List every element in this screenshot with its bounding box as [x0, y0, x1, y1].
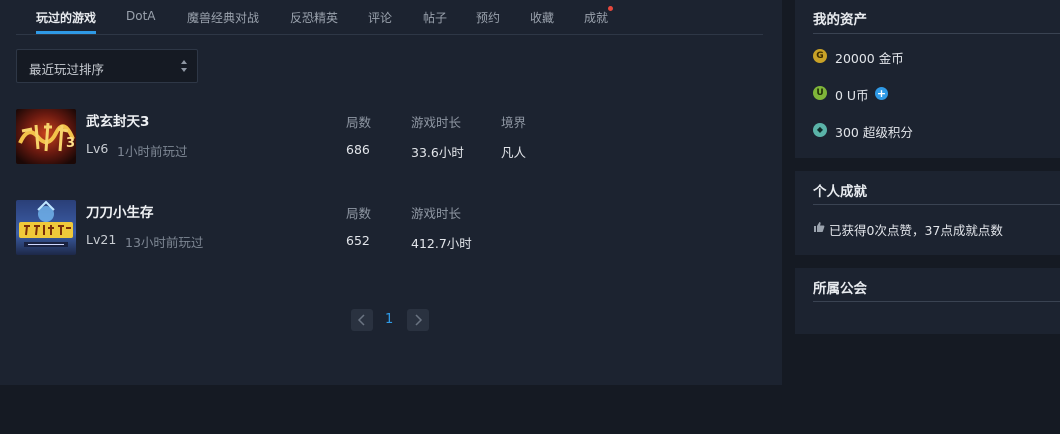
notification-dot — [608, 6, 613, 11]
game-last-played: 1小时前玩过 — [117, 144, 188, 159]
stat-value-playtime: 412.7小时 — [411, 236, 472, 251]
u-coin-icon: U — [813, 86, 827, 100]
main-panel: 玩过的游戏 DotA 魔兽经典对战 反恐精英 评论 帖子 预约 收藏 成就 最近… — [0, 0, 782, 385]
stat-value-playtime: 33.6小时 — [411, 145, 464, 160]
stat-header-playtime: 游戏时长 — [411, 115, 462, 130]
stat-header-playtime: 游戏时长 — [411, 206, 462, 221]
tab-counter-strike[interactable]: 反恐精英 — [290, 9, 338, 26]
super-points-icon: ◆ — [813, 123, 827, 137]
chevron-left-icon — [357, 314, 365, 326]
guild-card: 所属公会 — [795, 268, 1060, 334]
tab-comments[interactable]: 评论 — [368, 9, 392, 26]
sort-dropdown[interactable]: 最近玩过排序 — [16, 49, 198, 83]
active-tab-indicator — [36, 31, 96, 34]
tab-dota[interactable]: DotA — [126, 9, 156, 23]
sort-selected-label: 最近玩过排序 — [29, 62, 105, 77]
game-last-played: 13小时前玩过 — [125, 235, 204, 250]
page-number-current[interactable]: 1 — [385, 312, 393, 327]
game-level: Lv21 — [86, 232, 117, 247]
game-name[interactable]: 刀刀小生存 — [86, 201, 154, 221]
super-points-amount: 300 超级积分 — [835, 125, 913, 140]
gold-coin-row: G 20000 金币 — [813, 48, 1033, 66]
u-coin-amount: 0 U币 — [835, 88, 869, 103]
guild-title: 所属公会 — [813, 281, 867, 297]
achievements-title: 个人成就 — [813, 184, 867, 200]
gold-coin-amount: 20000 金币 — [835, 51, 904, 66]
tab-reservations[interactable]: 预约 — [476, 9, 500, 26]
game-row[interactable]: 刀刀小生存 Lv21 13小时前玩过 局数 652 游戏时长 412.7小时 — [16, 200, 756, 256]
tab-bar: 玩过的游戏 DotA 魔兽经典对战 反恐精英 评论 帖子 预约 收藏 成就 — [16, 0, 763, 35]
tab-favorites[interactable]: 收藏 — [530, 9, 554, 26]
assets-title: 我的资产 — [813, 12, 867, 28]
tab-played-games[interactable]: 玩过的游戏 — [36, 9, 96, 26]
next-page-button[interactable] — [407, 309, 429, 331]
little-survival-cover-icon[interactable] — [16, 200, 76, 255]
game-row[interactable]: 3 武玄封天3 Lv6 1小时前玩过 局数 686 游戏时长 33.6小时 境界… — [16, 109, 756, 165]
achievements-card: 个人成就 已获得0次点赞，37点成就点数 — [795, 171, 1060, 255]
sort-arrows-icon — [181, 60, 187, 72]
game-name[interactable]: 武玄封天3 — [86, 110, 149, 130]
stat-value-rounds: 686 — [346, 142, 370, 157]
points-row: ◆ 300 超级积分 — [813, 122, 1033, 140]
assets-card: 我的资产 G 20000 金币 U 0 U币 + ◆ 300 超级积分 — [795, 0, 1060, 158]
stat-value-rounds: 652 — [346, 233, 370, 248]
wuxuan-fengtian-cover-icon[interactable]: 3 — [16, 109, 76, 164]
divider — [813, 301, 1060, 302]
u-coin-row: U 0 U币 + — [813, 85, 1033, 103]
game-level: Lv6 — [86, 141, 109, 156]
svg-text:3: 3 — [66, 136, 75, 151]
achievements-summary: 已获得0次点赞，37点成就点数 — [829, 223, 1003, 238]
tab-warcraft-classic[interactable]: 魔兽经典对战 — [187, 9, 259, 26]
divider — [813, 33, 1060, 34]
stat-value-realm: 凡人 — [501, 145, 527, 160]
stat-header-rounds: 局数 — [346, 206, 372, 221]
prev-page-button[interactable] — [351, 309, 373, 331]
tab-posts[interactable]: 帖子 — [423, 9, 447, 26]
thumbs-up-icon — [814, 222, 825, 232]
gold-coin-icon: G — [813, 49, 827, 63]
stat-header-rounds: 局数 — [346, 115, 372, 130]
stat-header-realm: 境界 — [501, 115, 527, 130]
divider — [813, 204, 1060, 205]
tab-achievements[interactable]: 成就 — [584, 9, 608, 26]
chevron-right-icon — [415, 314, 423, 326]
add-u-coin-icon[interactable]: + — [875, 87, 888, 100]
